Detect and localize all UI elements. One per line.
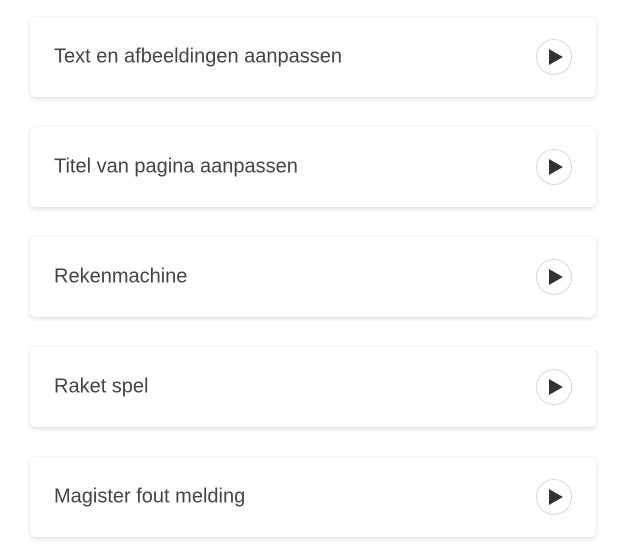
list-item[interactable]: Magister fout melding (30, 457, 596, 537)
play-button[interactable] (536, 259, 572, 295)
play-button[interactable] (536, 149, 572, 185)
play-icon (548, 159, 563, 175)
item-title: Text en afbeeldingen aanpassen (54, 45, 343, 68)
item-title: Rekenmachine (54, 265, 188, 288)
play-button[interactable] (536, 479, 572, 515)
list-item[interactable]: Rekenmachine (30, 237, 596, 317)
play-button[interactable] (536, 369, 572, 405)
play-button[interactable] (536, 39, 572, 75)
play-icon (548, 49, 563, 65)
play-icon (548, 379, 563, 395)
item-title: Magister fout melding (54, 485, 246, 508)
play-icon (548, 269, 563, 285)
lesson-list: Text en afbeeldingen aanpassen Titel van… (0, 0, 625, 546)
item-title: Raket spel (54, 375, 149, 398)
list-item[interactable]: Titel van pagina aanpassen (30, 127, 596, 207)
list-item[interactable]: Raket spel (30, 347, 596, 427)
play-icon (548, 489, 563, 505)
item-title: Titel van pagina aanpassen (54, 155, 298, 178)
list-item[interactable]: Text en afbeeldingen aanpassen (30, 17, 596, 97)
